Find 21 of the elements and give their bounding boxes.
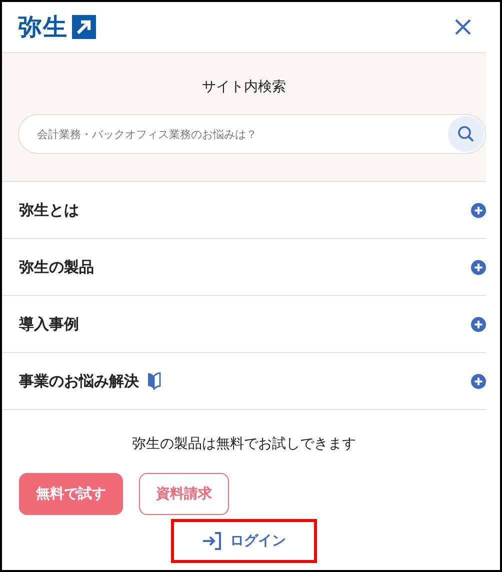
menu-item[interactable]: 事業のお悩み解決 (2, 353, 486, 410)
menu-item[interactable]: 弥生とは (2, 182, 486, 239)
logo-text[interactable]: 弥生 (18, 15, 68, 39)
expand-plus-icon[interactable] (471, 316, 486, 332)
menu-item[interactable]: 弥生の製品 (2, 239, 486, 296)
close-button[interactable] (454, 18, 472, 36)
menu-label: 事業のお悩み解決 (19, 370, 139, 392)
login-icon (202, 532, 222, 550)
menu-label: 弥生の製品 (19, 256, 94, 278)
menu-label: 弥生とは (19, 200, 79, 221)
menu-label: 導入事例 (19, 314, 79, 335)
trial-message: 弥生の製品は無料でお試しできます (131, 435, 357, 454)
search-field[interactable]: 会計業務・バックオフィス業務のお悩みは？ (18, 114, 486, 154)
search-icon (457, 125, 475, 143)
login-link[interactable]: ログイン (174, 522, 314, 560)
close-icon (454, 18, 472, 36)
expand-plus-icon[interactable] (471, 374, 486, 388)
expand-plus-icon[interactable] (471, 260, 486, 274)
expand-plus-icon[interactable] (471, 202, 486, 218)
menu-item[interactable]: 導入事例 (2, 296, 486, 353)
search-title: サイト内検索 (201, 78, 287, 97)
